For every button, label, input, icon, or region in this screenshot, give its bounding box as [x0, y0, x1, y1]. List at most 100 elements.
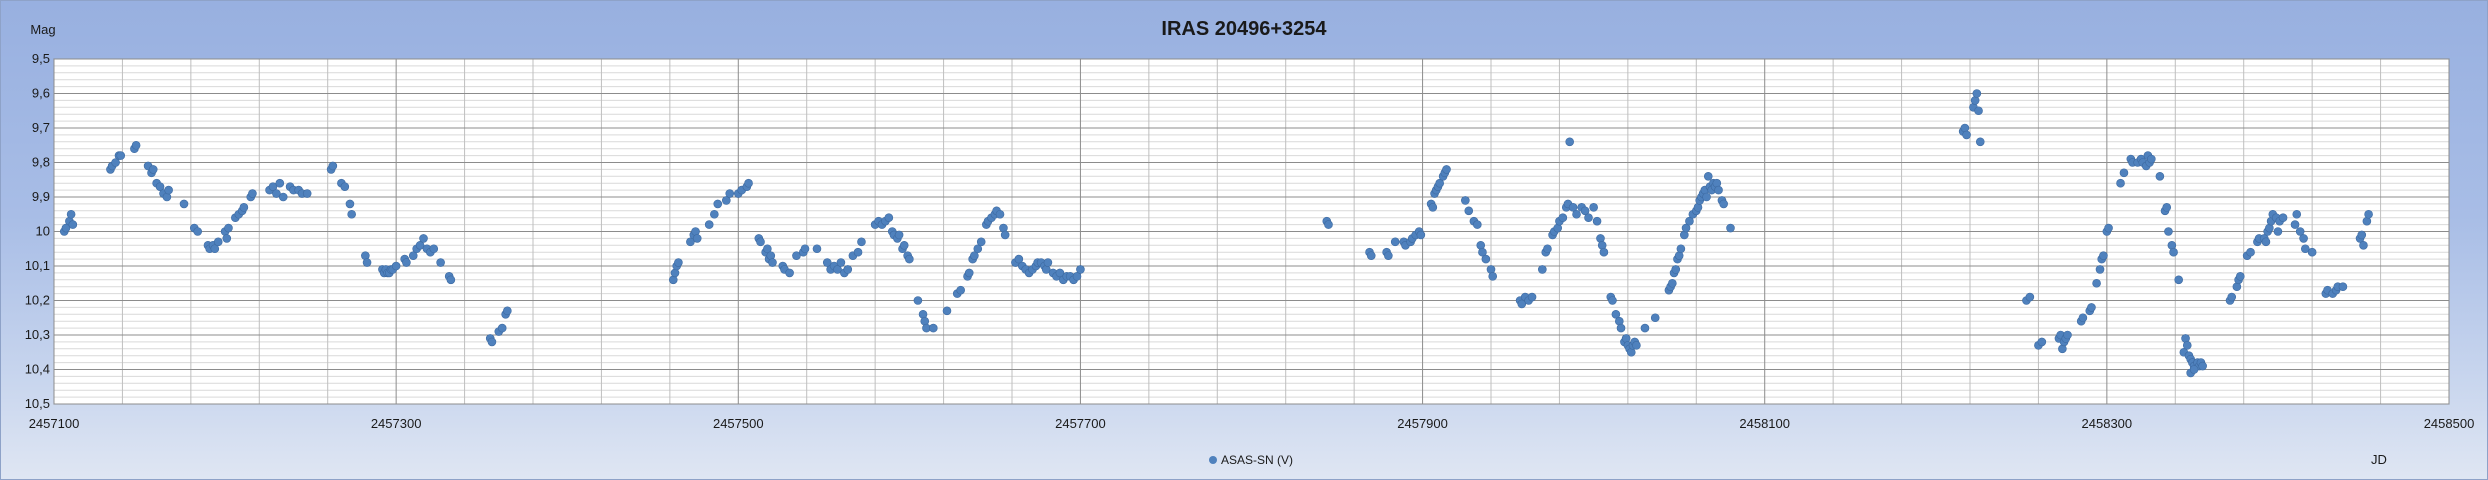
- data-point: [345, 199, 355, 209]
- data-point: [1640, 323, 1650, 333]
- data-point: [894, 230, 904, 240]
- data-point: [2164, 227, 2173, 236]
- data-point: [68, 220, 78, 229]
- data-point: [391, 261, 401, 271]
- data-point: [1972, 89, 1982, 98]
- data-point: [812, 244, 822, 254]
- data-point: [2182, 341, 2192, 350]
- data-point: [2162, 203, 2172, 212]
- data-point: [1488, 272, 1498, 281]
- data-point: [328, 161, 338, 171]
- data-point: [1650, 313, 1660, 323]
- data-point: [756, 237, 765, 247]
- data-point: [1974, 106, 1983, 116]
- data-point: [1714, 185, 1723, 195]
- data-point: [1584, 213, 1593, 222]
- y-tick-label: 10,5: [25, 396, 50, 411]
- data-point: [116, 151, 126, 160]
- data-point: [976, 237, 986, 247]
- y-tick-label: 9,5: [32, 51, 50, 66]
- x-axis-label: JD: [2371, 452, 2387, 467]
- data-point: [857, 237, 866, 247]
- y-tick-label: 10,1: [25, 258, 50, 273]
- data-point: [2292, 209, 2302, 219]
- data-point: [1558, 213, 1568, 222]
- data-point: [2169, 247, 2178, 257]
- legend-marker-icon: [1209, 456, 1217, 464]
- data-point: [836, 258, 846, 267]
- data-point: [487, 337, 497, 347]
- data-point: [725, 189, 735, 198]
- data-point: [1481, 254, 1491, 264]
- data-point: [362, 258, 372, 267]
- x-tick-label: 2457700: [1055, 416, 1106, 431]
- x-tick-label: 2457300: [371, 416, 422, 431]
- data-point: [913, 296, 923, 305]
- data-point: [429, 244, 439, 254]
- data-point: [1384, 251, 1393, 260]
- data-point: [419, 234, 428, 243]
- data-point: [744, 178, 753, 188]
- data-point: [402, 258, 411, 267]
- data-point: [248, 189, 257, 198]
- data-point: [239, 203, 249, 212]
- data-point: [843, 265, 853, 274]
- data-point: [1702, 192, 1711, 202]
- data-point: [497, 323, 507, 333]
- data-point: [710, 209, 719, 219]
- x-tick-label: 2457500: [713, 416, 764, 431]
- y-tick-label: 9,6: [32, 86, 50, 101]
- data-point: [1726, 223, 1735, 233]
- data-point: [1473, 220, 1482, 229]
- data-point: [929, 323, 938, 333]
- data-point: [2119, 168, 2129, 178]
- data-point: [995, 209, 1005, 219]
- data-point: [2235, 272, 2245, 281]
- data-point: [222, 234, 232, 243]
- data-point: [674, 258, 683, 267]
- data-point: [704, 220, 714, 229]
- data-point: [899, 241, 909, 250]
- data-point: [785, 268, 794, 278]
- data-point: [2092, 278, 2101, 288]
- data-point: [884, 213, 894, 222]
- data-point: [800, 244, 810, 254]
- data-point: [193, 227, 202, 236]
- x-tick-label: 2458100: [1739, 416, 1790, 431]
- data-point: [340, 182, 350, 191]
- data-point: [1527, 292, 1537, 302]
- data-point: [1461, 196, 1470, 205]
- data-point: [503, 306, 512, 316]
- data-point: [1000, 230, 1010, 240]
- data-point: [2155, 172, 2165, 181]
- data-point: [2261, 237, 2271, 247]
- data-point: [1975, 137, 1985, 147]
- y-axis-label: Mag: [30, 22, 55, 37]
- data-point: [1442, 165, 1451, 174]
- data-point: [2037, 337, 2047, 347]
- data-point: [164, 185, 173, 195]
- data-point: [1572, 209, 1581, 219]
- data-point: [1390, 237, 1400, 247]
- data-point: [2198, 361, 2207, 371]
- y-tick-label: 10,4: [25, 362, 50, 377]
- data-point: [278, 192, 288, 202]
- x-tick-label: 2457900: [1397, 416, 1448, 431]
- data-point: [1076, 265, 1085, 274]
- data-point: [1416, 230, 1426, 240]
- data-point: [2078, 313, 2088, 323]
- data-point: [1592, 216, 1602, 226]
- y-tick-label: 9,9: [32, 189, 50, 204]
- data-point: [1464, 206, 1474, 216]
- data-point: [2116, 178, 2125, 188]
- data-point: [905, 254, 914, 264]
- data-point: [964, 268, 974, 278]
- data-point: [1043, 258, 1053, 267]
- y-tick-label: 10,2: [25, 293, 50, 308]
- data-point: [713, 199, 723, 209]
- data-point: [2063, 330, 2072, 340]
- data-point: [1599, 247, 1609, 257]
- data-point: [2227, 292, 2237, 302]
- data-point: [1366, 251, 1376, 260]
- data-point: [224, 223, 233, 233]
